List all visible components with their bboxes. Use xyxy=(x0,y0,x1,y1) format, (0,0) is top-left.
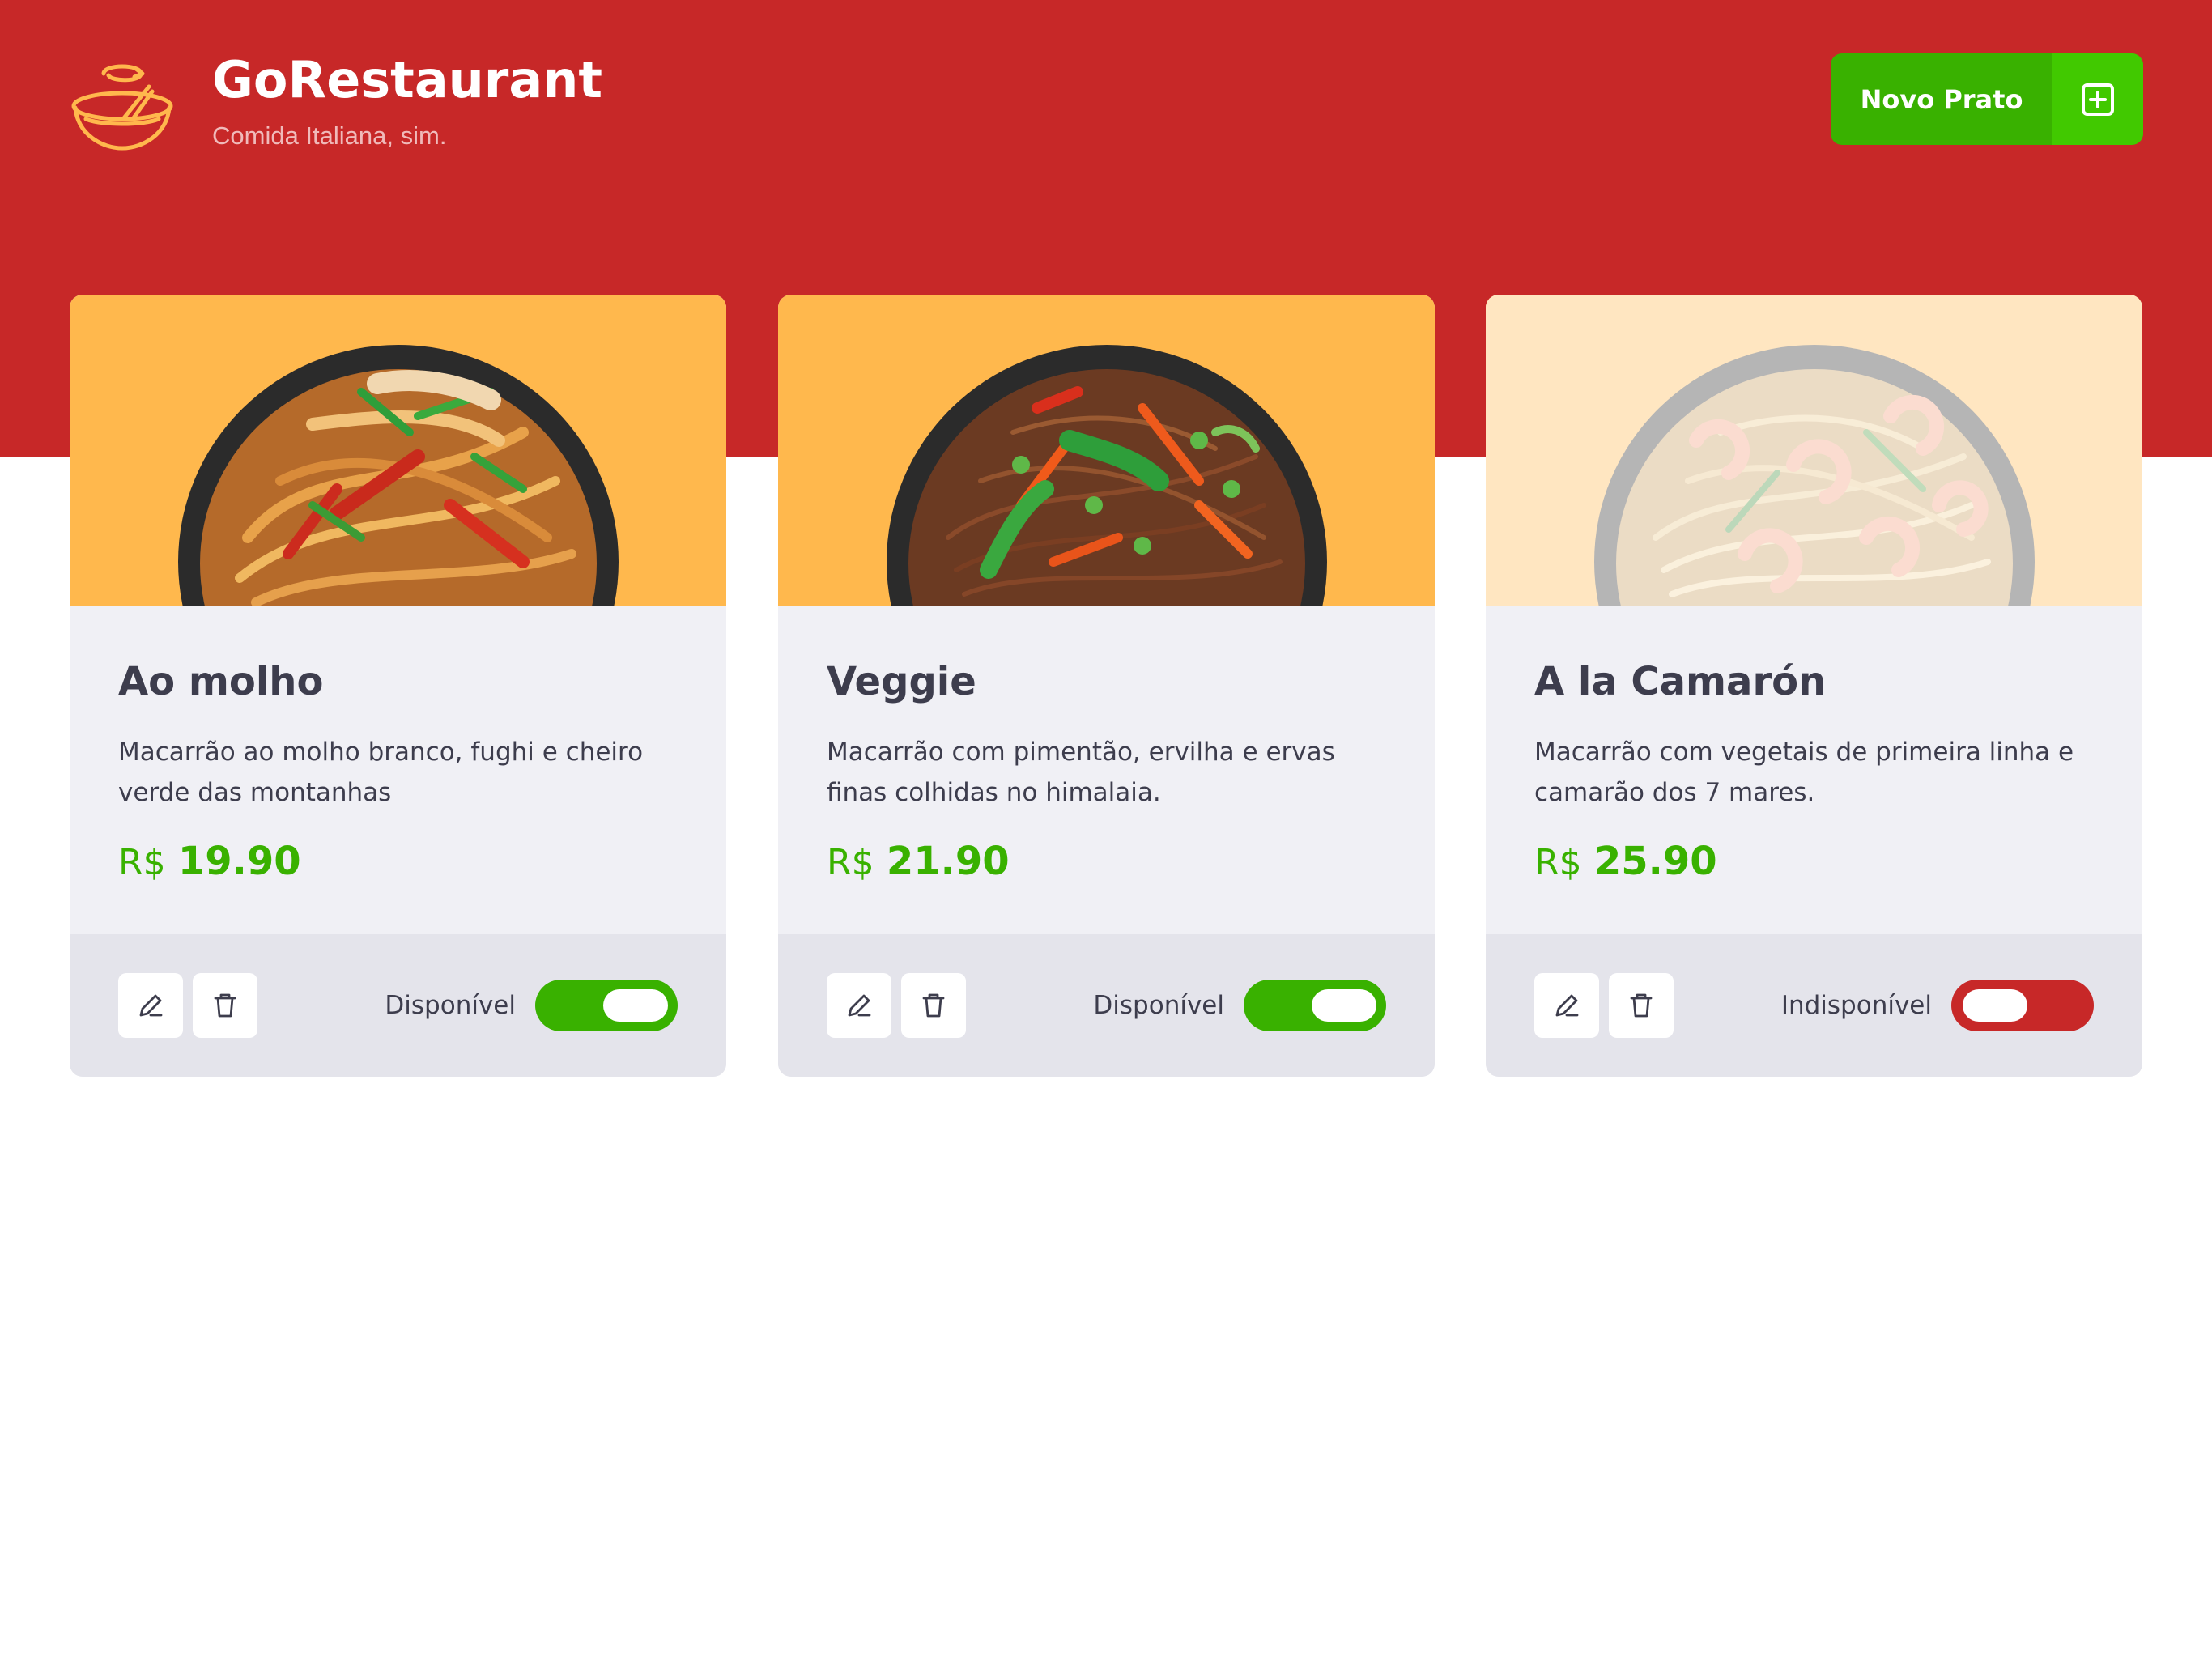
dishes-grid: Ao molho Macarrão ao molho branco, fughi… xyxy=(70,295,2142,1077)
dish-name: Ao molho xyxy=(118,659,324,704)
brand: GoRestaurant Comida Italiana, sim. xyxy=(70,45,602,159)
dish-image xyxy=(1486,295,2142,606)
edit-button[interactable] xyxy=(118,973,183,1038)
new-dish-icon-box xyxy=(2052,53,2143,145)
trash-icon xyxy=(922,993,945,1018)
card-footer: Disponível xyxy=(778,934,1435,1077)
trash-icon xyxy=(1630,993,1653,1018)
price-currency: R$ xyxy=(827,842,874,883)
toggle-knob xyxy=(603,989,668,1022)
card-footer: Disponível xyxy=(70,934,726,1077)
availability-label: Disponível xyxy=(1093,991,1224,1020)
dish-description: Macarrão ao molho branco, fughi e cheiro… xyxy=(118,738,644,807)
bowl-icon xyxy=(71,64,173,151)
dish-image xyxy=(778,295,1435,606)
trash-icon xyxy=(214,993,236,1018)
dish-description: Macarrão com vegetais de primeira linha … xyxy=(1534,738,2074,807)
delete-button[interactable] xyxy=(193,973,257,1038)
delete-button[interactable] xyxy=(901,973,966,1038)
availability: Disponível xyxy=(1093,980,1386,1031)
dish-image xyxy=(70,295,726,606)
toggle-knob xyxy=(1963,989,2027,1022)
price-value: 19.90 xyxy=(177,839,301,884)
app-subtitle: Comida Italiana, sim. xyxy=(212,121,447,150)
price-value: 21.90 xyxy=(886,839,1010,884)
availability-toggle[interactable] xyxy=(535,980,678,1031)
dish-name: Veggie xyxy=(827,659,976,704)
dish-card: Ao molho Macarrão ao molho branco, fughi… xyxy=(70,295,726,1077)
new-dish-label: Novo Prato xyxy=(1860,83,2023,115)
pencil-icon xyxy=(139,994,163,1017)
toggle-knob xyxy=(1312,989,1376,1022)
price-value: 25.90 xyxy=(1593,839,1717,884)
pencil-icon xyxy=(848,994,871,1017)
card-body: Veggie Macarrão com pimentão, ervilha e … xyxy=(778,606,1435,934)
availability-label: Disponível xyxy=(385,991,516,1020)
availability-toggle[interactable] xyxy=(1244,980,1386,1031)
dish-description: Macarrão com pimentão, ervilha e ervas f… xyxy=(827,738,1335,807)
brand-text: GoRestaurant Comida Italiana, sim. xyxy=(212,52,602,152)
dish-price: R$ 25.90 xyxy=(1534,837,2094,887)
pencil-icon xyxy=(1555,994,1579,1017)
app-title: GoRestaurant xyxy=(212,50,602,109)
plus-square-icon xyxy=(2082,83,2114,116)
edit-button[interactable] xyxy=(1534,973,1599,1038)
dish-name: A la Camarón xyxy=(1534,659,1827,704)
availability: Indisponível xyxy=(1781,980,2094,1031)
dish-card: Veggie Macarrão com pimentão, ervilha e … xyxy=(778,295,1435,1077)
new-dish-button[interactable]: Novo Prato xyxy=(1831,53,2143,145)
price-currency: R$ xyxy=(1534,842,1582,883)
availability-toggle[interactable] xyxy=(1951,980,2094,1031)
card-footer: Indisponível xyxy=(1486,934,2142,1077)
edit-button[interactable] xyxy=(827,973,891,1038)
card-body: A la Camarón Macarrão com vegetais de pr… xyxy=(1486,606,2142,934)
price-currency: R$ xyxy=(118,842,166,883)
availability-label: Indisponível xyxy=(1780,991,1932,1020)
delete-button[interactable] xyxy=(1609,973,1674,1038)
dish-card: A la Camarón Macarrão com vegetais de pr… xyxy=(1486,295,2142,1077)
card-body: Ao molho Macarrão ao molho branco, fughi… xyxy=(70,606,726,934)
dish-price: R$ 19.90 xyxy=(118,837,678,887)
dish-price: R$ 21.90 xyxy=(827,837,1386,887)
availability: Disponível xyxy=(385,980,678,1031)
app-root: GoRestaurant Comida Italiana, sim. Novo … xyxy=(0,0,2212,1658)
